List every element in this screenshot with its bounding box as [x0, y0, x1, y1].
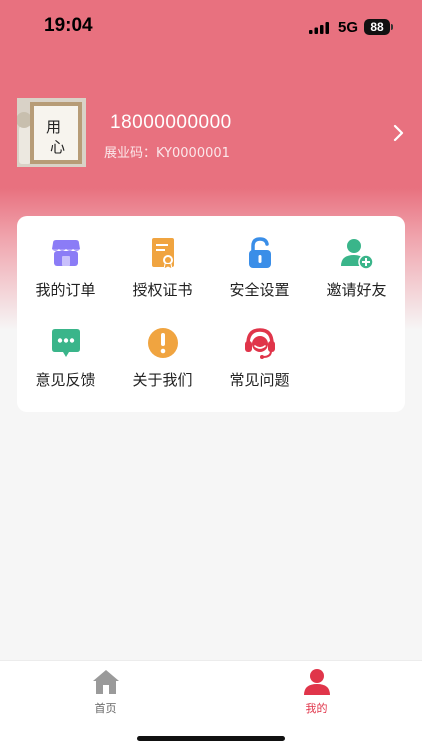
unlock-icon — [249, 237, 271, 268]
menu-item-about[interactable]: 关于我们 — [114, 306, 211, 392]
menu-item-orders[interactable]: 我的订单 — [17, 216, 114, 302]
referral-code: 展业码：KY0000001 — [104, 146, 230, 161]
menu-label-about: 关于我们 — [132, 371, 193, 389]
home-indicator — [137, 736, 285, 741]
menu-label-security: 安全设置 — [229, 281, 290, 299]
user-icon — [304, 669, 330, 695]
menu-label-certificate: 授权证书 — [132, 281, 193, 299]
menu-label-orders: 我的订单 — [35, 281, 96, 299]
signal-icon — [309, 22, 329, 34]
tab-mine[interactable]: 我的 — [211, 661, 422, 721]
add-user-icon — [341, 239, 374, 270]
status-bar: 19:04 5G 88 — [0, 0, 422, 56]
menu-label-feedback: 意见反馈 — [35, 371, 96, 389]
tab-home-label: 首页 — [94, 702, 117, 715]
menu-item-certificate[interactable]: 授权证书 — [114, 216, 211, 302]
avatar-calligraphy-1: 用 — [46, 118, 62, 136]
menu-card: 我的订单 授权证书 安全设置 邀请好友 意见反馈 关于我们 常见问题 — [17, 216, 405, 412]
headset-icon — [245, 328, 275, 359]
home-icon — [93, 670, 119, 694]
avatar[interactable]: 用 心 — [17, 98, 86, 167]
menu-item-faq[interactable]: 常见问题 — [211, 306, 308, 392]
status-time: 19:04 — [44, 15, 93, 36]
menu-label-invite: 邀请好友 — [326, 281, 387, 299]
chevron-right-icon[interactable] — [392, 123, 406, 143]
menu-item-invite[interactable]: 邀请好友 — [308, 216, 405, 302]
store-icon — [52, 240, 80, 266]
avatar-calligraphy-2: 心 — [50, 138, 66, 156]
exclamation-icon — [148, 328, 178, 358]
profile-row[interactable]: 用 心 18000000000 展业码：KY0000001 — [0, 95, 422, 175]
tab-home[interactable]: 首页 — [0, 661, 211, 721]
avatar-frame: 用 心 — [30, 102, 82, 164]
chat-bubble-icon — [52, 329, 80, 357]
menu-item-security[interactable]: 安全设置 — [211, 216, 308, 302]
network-type: 5G — [338, 19, 359, 36]
menu-label-faq: 常见问题 — [229, 371, 290, 389]
battery-icon: 88 — [364, 19, 390, 35]
user-phone: 18000000000 — [110, 112, 232, 133]
certificate-icon — [152, 238, 174, 270]
menu-item-feedback[interactable]: 意见反馈 — [17, 306, 114, 392]
battery-tip — [391, 24, 393, 30]
tab-mine-label: 我的 — [305, 702, 328, 715]
